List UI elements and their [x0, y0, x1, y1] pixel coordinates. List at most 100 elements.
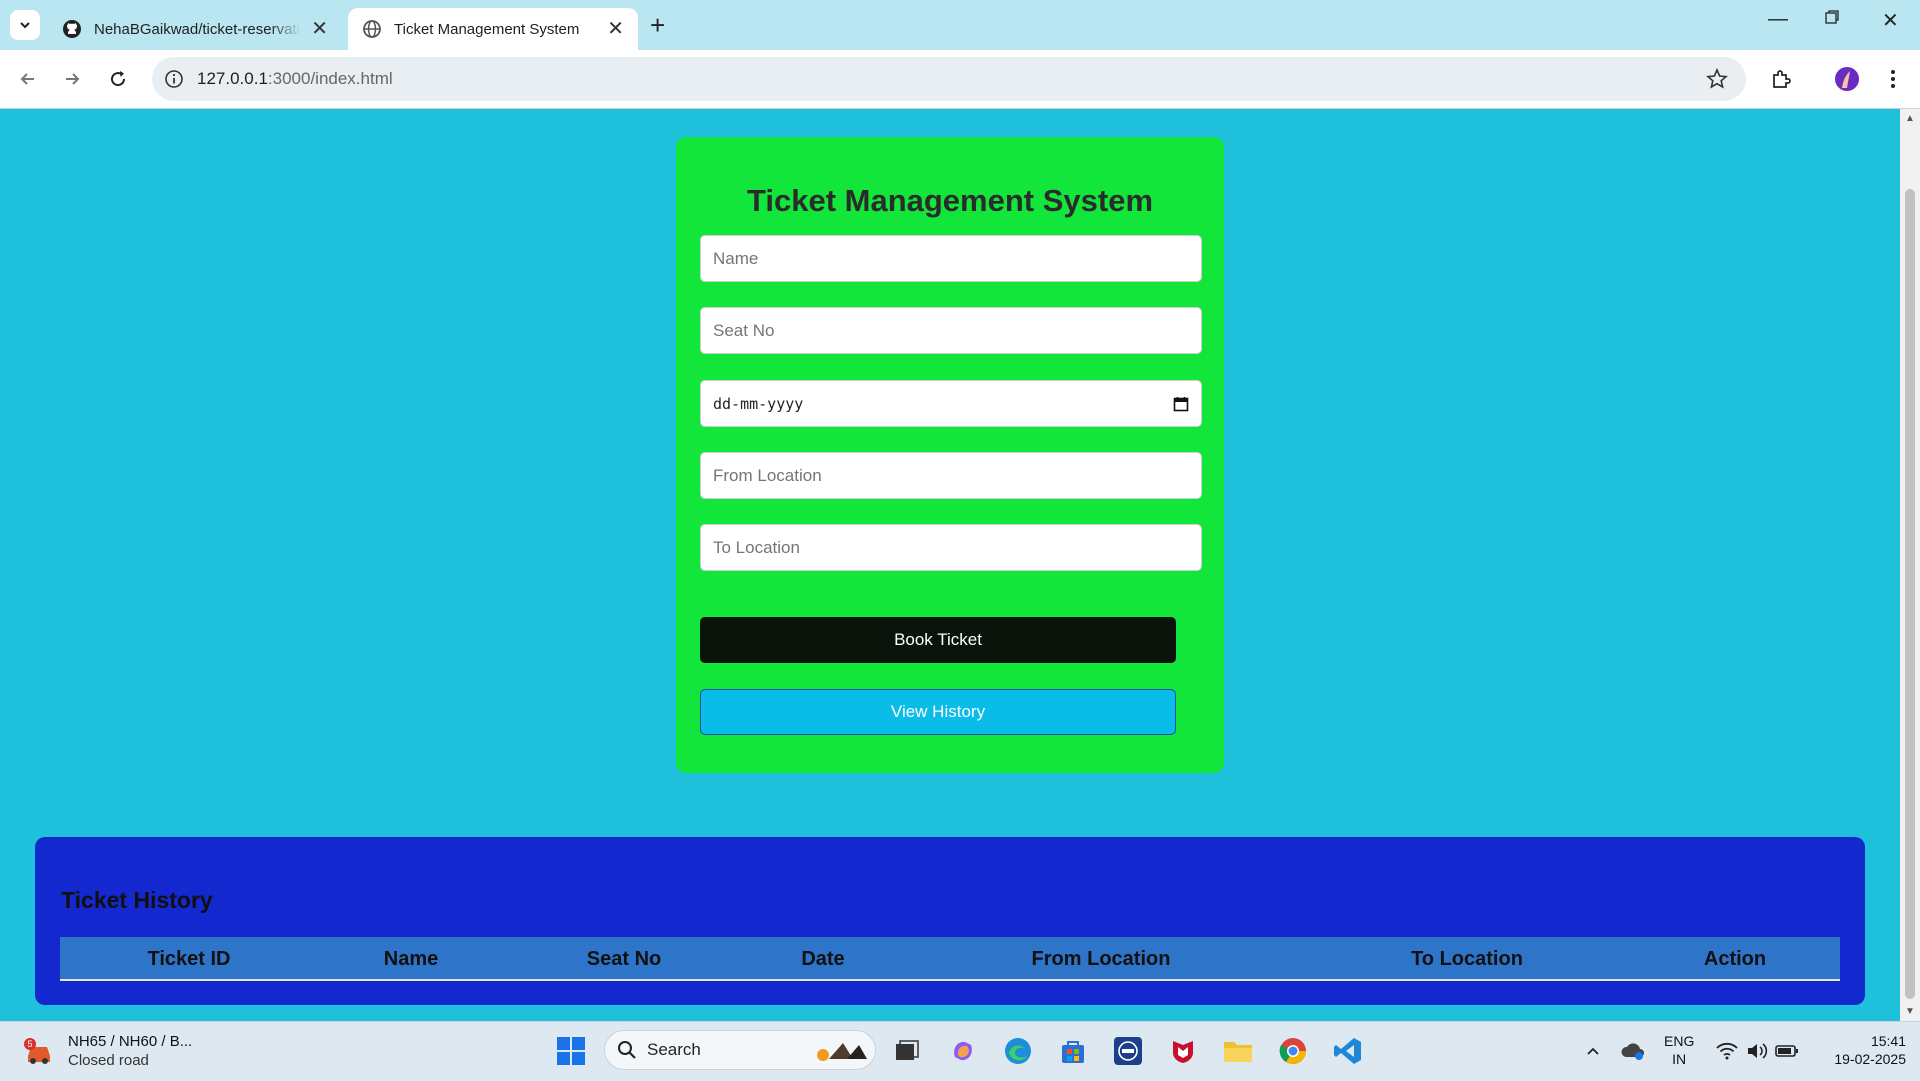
column-header: To Location: [1411, 948, 1523, 970]
scroll-down-icon[interactable]: ▼: [1905, 1006, 1915, 1017]
battery-button[interactable]: [1770, 1034, 1804, 1068]
page-viewport: Ticket Management System dd-mm-yyyy Book…: [0, 109, 1900, 1021]
page-title: Ticket Management System: [746, 183, 1154, 218]
close-window-icon[interactable]: ✕: [1882, 8, 1899, 33]
to-location-input[interactable]: [700, 524, 1202, 571]
windows-taskbar: 5 NH65 / NH60 / B... Closed road Search: [0, 1021, 1920, 1081]
search-highlight-icon: [817, 1043, 867, 1061]
store-icon: [1062, 1041, 1084, 1063]
from-location-input[interactable]: [700, 452, 1202, 499]
url-text: 127.0.0.1:3000/index.html: [197, 69, 393, 88]
globe-icon: [363, 20, 381, 38]
date-placeholder: dd-mm-yyyy: [713, 394, 804, 413]
puzzle-icon: [1773, 70, 1791, 88]
reload-icon: [111, 71, 126, 87]
mcafee-button[interactable]: [1166, 1034, 1200, 1068]
clock[interactable]: 15:41 19-02-2025: [1816, 1032, 1906, 1068]
taskbar-search[interactable]: Search: [604, 1030, 876, 1070]
arrow-right-icon: [66, 73, 80, 85]
forward-button[interactable]: [60, 67, 84, 91]
name-input[interactable]: [700, 235, 1202, 282]
browser-tab-bar: NehaBGaikwad/ticket-reservatio ✕ Ticket …: [0, 0, 1920, 50]
seat-no-input[interactable]: [700, 307, 1202, 354]
browser-toolbar: 127.0.0.1:3000/index.html: [0, 50, 1920, 109]
calendar-icon[interactable]: [1173, 396, 1189, 412]
view-history-button[interactable]: View History: [700, 689, 1176, 735]
tab-ticket-management[interactable]: Ticket Management System ✕: [348, 8, 638, 50]
language-indicator[interactable]: ENG IN: [1664, 1032, 1694, 1068]
onedrive-button[interactable]: [1616, 1034, 1650, 1068]
restore-icon[interactable]: [1824, 8, 1840, 31]
cloud-icon: [1621, 1043, 1644, 1060]
page-scrollbar[interactable]: ▲ ▼: [1900, 109, 1920, 1021]
date-input[interactable]: dd-mm-yyyy: [700, 380, 1202, 427]
show-hidden-icons-button[interactable]: [1576, 1034, 1610, 1068]
avatar-icon: [1835, 67, 1859, 91]
folder-icon: [1224, 1042, 1252, 1062]
new-tab-button[interactable]: +: [650, 11, 665, 39]
tab-title: NehaBGaikwad/ticket-reservatio: [94, 20, 302, 38]
traffic-subtitle: Closed road: [68, 1052, 149, 1069]
windows-icon: [557, 1037, 585, 1065]
copilot-icon: [954, 1041, 972, 1061]
speaker-icon: [1748, 1043, 1768, 1059]
book-ticket-button[interactable]: Book Ticket: [700, 617, 1176, 663]
search-label: Search: [647, 1040, 701, 1059]
wifi-icon: [1716, 1042, 1738, 1060]
tab-search-button[interactable]: [10, 10, 40, 40]
extensions-button[interactable]: [1768, 66, 1794, 92]
traffic-widget[interactable]: 5 NH65 / NH60 / B... Closed road: [22, 1032, 192, 1070]
arrow-left-icon: [20, 73, 34, 85]
history-title: Ticket History: [61, 887, 213, 913]
copilot-button[interactable]: [946, 1034, 980, 1068]
star-icon[interactable]: [1706, 68, 1728, 90]
dell-icon: [1114, 1037, 1142, 1065]
column-header: Action: [1703, 948, 1767, 970]
tab-title: Ticket Management System: [394, 20, 580, 38]
column-header: From Location: [1031, 948, 1171, 970]
dell-button[interactable]: [1111, 1034, 1145, 1068]
car-alert-icon: 5: [24, 1038, 50, 1064]
edge-button[interactable]: [1001, 1034, 1035, 1068]
battery-icon: [1775, 1045, 1798, 1057]
wifi-button[interactable]: [1710, 1034, 1744, 1068]
tab-github[interactable]: NehaBGaikwad/ticket-reservatio ✕: [48, 8, 342, 50]
store-button[interactable]: [1056, 1034, 1090, 1068]
column-header: Ticket ID: [147, 948, 231, 970]
ticket-history-panel: Ticket History Ticket ID Name Seat No Da…: [35, 837, 1865, 1005]
column-header: Name: [383, 948, 439, 970]
search-icon: [618, 1041, 636, 1059]
edge-icon: [1005, 1038, 1031, 1064]
chevron-up-icon: [1587, 1047, 1599, 1055]
chrome-icon: [1279, 1038, 1307, 1065]
chrome-button[interactable]: [1276, 1034, 1310, 1068]
task-view-button[interactable]: [890, 1034, 924, 1068]
close-icon[interactable]: ✕: [311, 19, 328, 39]
column-header: Date: [801, 948, 845, 970]
github-icon: [63, 20, 81, 38]
minimize-icon[interactable]: —: [1768, 8, 1788, 31]
history-table-header: Ticket ID Name Seat No Date From Locatio…: [60, 937, 1840, 981]
address-bar[interactable]: 127.0.0.1:3000/index.html: [152, 57, 1746, 101]
close-icon[interactable]: ✕: [607, 19, 624, 39]
kebab-menu-icon: [1891, 70, 1895, 88]
column-header: Seat No: [586, 948, 662, 970]
vscode-icon: [1334, 1038, 1361, 1064]
menu-button[interactable]: [1880, 66, 1906, 92]
volume-button[interactable]: [1740, 1034, 1774, 1068]
mcafee-shield-icon: [1173, 1041, 1193, 1063]
news-badge: 5: [27, 1039, 32, 1049]
booking-form-card: Ticket Management System dd-mm-yyyy Book…: [676, 137, 1224, 773]
chevron-down-icon: [20, 22, 30, 29]
scrollbar-thumb[interactable]: [1905, 189, 1915, 999]
task-view-icon: [896, 1040, 919, 1060]
info-icon[interactable]: [164, 69, 184, 89]
profile-avatar[interactable]: [1834, 66, 1860, 92]
vscode-button[interactable]: [1331, 1034, 1365, 1068]
back-button[interactable]: [16, 67, 40, 91]
traffic-title: NH65 / NH60 / B...: [68, 1033, 193, 1050]
reload-button[interactable]: [106, 67, 130, 91]
start-button[interactable]: [554, 1034, 588, 1068]
file-explorer-button[interactable]: [1221, 1034, 1255, 1068]
scroll-up-icon[interactable]: ▲: [1905, 113, 1915, 124]
